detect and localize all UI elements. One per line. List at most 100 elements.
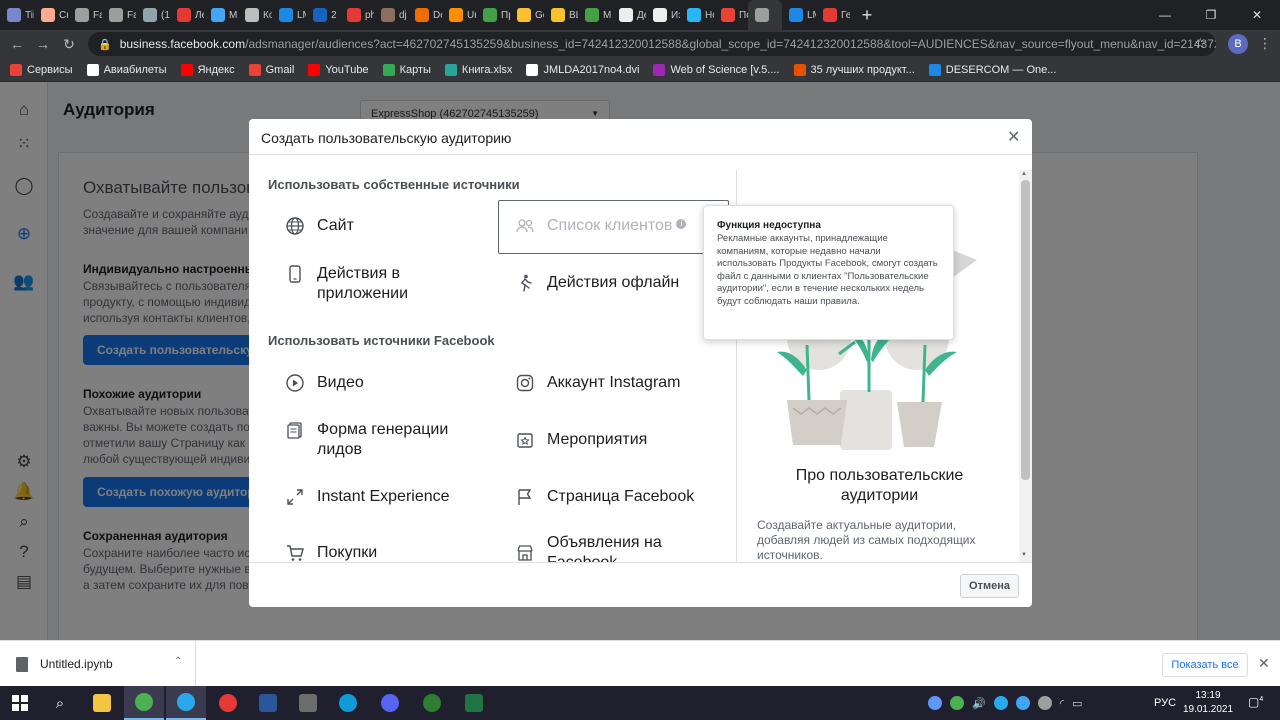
browser-tab[interactable]: Ге [816,0,850,30]
excel-taskbar-icon[interactable] [454,686,494,720]
battery-icon[interactable]: ▭ [1072,697,1082,710]
download-item[interactable]: Untitled.ipynb [0,641,196,687]
browser-tab[interactable]: LM [272,0,306,30]
browser-tab[interactable]: Де [612,0,646,30]
wifi-icon[interactable]: ◜ [1060,697,1064,710]
tab-label: LM [807,9,816,21]
calculator-taskbar-icon[interactable] [288,686,328,720]
scroll-up-icon[interactable]: ▲ [1021,171,1027,177]
bookmark-item[interactable]: 35 лучших продукт... [793,63,915,76]
edge-taskbar-icon[interactable] [328,686,368,720]
browser-tab[interactable]: Ма [578,0,612,30]
browser-tab[interactable]: Tii [0,0,34,30]
bookmark-item[interactable]: JMLDA2017no4.dvi [526,63,639,76]
forward-icon[interactable]: → [30,36,56,52]
app-taskbar-icon[interactable] [412,686,452,720]
new-tab-button[interactable]: + [854,5,880,26]
show-all-downloads-button[interactable]: Показать все [1162,653,1248,677]
browser-tab[interactable]: Пр [476,0,510,30]
option-lead-form[interactable]: Форма генерации лидов [285,420,465,460]
scroll-thumb[interactable] [1021,180,1030,480]
option-facebook-page[interactable]: Страница Facebook [515,487,694,507]
browser-tab[interactable]: Из [646,0,680,30]
taskbar-clock[interactable]: 13:19 19.01.2021 [1182,689,1234,717]
volume-icon[interactable]: 🔊 [972,697,986,710]
taskbar-search-icon[interactable]: ⌕ [40,686,80,720]
browser-tab[interactable]: Fa [68,0,102,30]
close-download-bar-icon[interactable]: ✕ [1258,655,1270,672]
tray-telegram-icon[interactable] [993,696,1008,710]
browser-tab[interactable]: ph [340,0,374,30]
chevron-up-icon[interactable]: ⌃ [174,656,182,667]
bookmark-favicon-icon [382,63,395,76]
bookmark-item[interactable]: Gmail [248,63,294,76]
discord-taskbar-icon[interactable] [370,686,410,720]
browser-tab[interactable]: Ко [238,0,272,30]
cancel-button[interactable]: Отмена [960,574,1019,598]
browser-tab[interactable]: Нс [680,0,714,30]
tray-app-icon[interactable] [928,696,942,710]
telegram-taskbar-icon[interactable] [166,686,206,720]
tray-app-icon[interactable] [1037,696,1052,710]
back-icon[interactable]: ← [4,36,30,52]
browser-tab[interactable]: Ле [170,0,204,30]
info-icon[interactable]: i [676,219,687,229]
bookmark-favicon-icon [10,63,22,76]
bookmark-item[interactable]: Сервисы [10,63,73,76]
scroll-down-icon[interactable]: ▼ [1021,552,1027,558]
bookmark-star-icon[interactable]: ☆ [1194,35,1207,52]
people-icon [515,216,535,236]
browser-tab[interactable]: Пс [714,0,748,30]
browser-tab[interactable]: Ма [204,0,238,30]
minimize-icon[interactable]: — [1142,8,1188,22]
bookmark-item[interactable]: YouTube [308,63,369,76]
bookmark-item[interactable]: Карты [382,63,431,76]
option-offline-activity[interactable]: Действия офлайн [515,273,679,293]
dialog-scrollbar[interactable]: ▲ ▼ [1019,170,1032,562]
option-shopping[interactable]: Покупки [285,543,377,562]
close-icon[interactable]: ✕ [1007,127,1020,147]
tab-favicon-icon [789,8,803,22]
option-customer-list[interactable]: Список клиентов i [515,216,687,236]
file-explorer-icon[interactable] [82,686,122,720]
option-instant-experience[interactable]: Instant Experience [285,487,450,507]
tab-label: Fa [127,9,136,21]
option-app-activity[interactable]: Действия в приложении [285,264,465,304]
bookmark-item[interactable]: Web of Science [v.5.... [653,63,780,76]
bookmark-item[interactable]: Авиабилеты [86,63,167,76]
chrome-taskbar-icon[interactable] [124,686,164,720]
input-language[interactable]: РУС [1154,697,1176,709]
browser-tab[interactable]: Fa [102,0,136,30]
browser-tab[interactable]: 2 ( [306,0,340,30]
browser-tab[interactable]: LM [782,0,816,30]
close-window-icon[interactable]: ✕ [1234,8,1280,22]
bookmark-item[interactable]: DESERCOM — One... [928,63,1056,76]
reload-icon[interactable]: ↻ [56,36,82,53]
tray-app-icon[interactable] [1015,696,1030,710]
notification-center-icon[interactable]: ▢4 [1248,695,1264,711]
browser-tab[interactable]: (1: [136,0,170,30]
bookmark-item[interactable]: Книга.xlsx [444,63,512,76]
windows-start-icon[interactable] [0,686,40,720]
browser-menu-icon[interactable]: ⋮ [1258,35,1272,52]
bookmark-item[interactable]: Яндекс [180,63,235,76]
browser-tab[interactable] [748,0,782,30]
profile-avatar[interactable]: B [1228,34,1248,54]
option-events[interactable]: Мероприятия [515,430,647,450]
option-instagram[interactable]: Аккаунт Instagram [515,373,681,393]
browser-tab[interactable]: Cr [34,0,68,30]
browser-tab[interactable]: Ur [442,0,476,30]
browser-tab[interactable]: dj [374,0,408,30]
option-website[interactable]: Сайт [285,216,354,236]
opera-taskbar-icon[interactable] [208,686,248,720]
url-input[interactable]: 🔒 business.facebook.com /adsmanager/audi… [88,32,1216,56]
browser-tab[interactable]: BL [544,0,578,30]
tab-label: Нс [705,9,714,21]
word-taskbar-icon[interactable] [248,686,288,720]
option-facebook-listings[interactable]: Объявления на Facebook [515,533,695,562]
option-video[interactable]: Видео [285,373,364,393]
browser-tab[interactable]: Gc [510,0,544,30]
browser-tab[interactable]: De [408,0,442,30]
tray-app-icon[interactable] [950,696,964,710]
restore-icon[interactable]: ❐ [1188,8,1234,22]
